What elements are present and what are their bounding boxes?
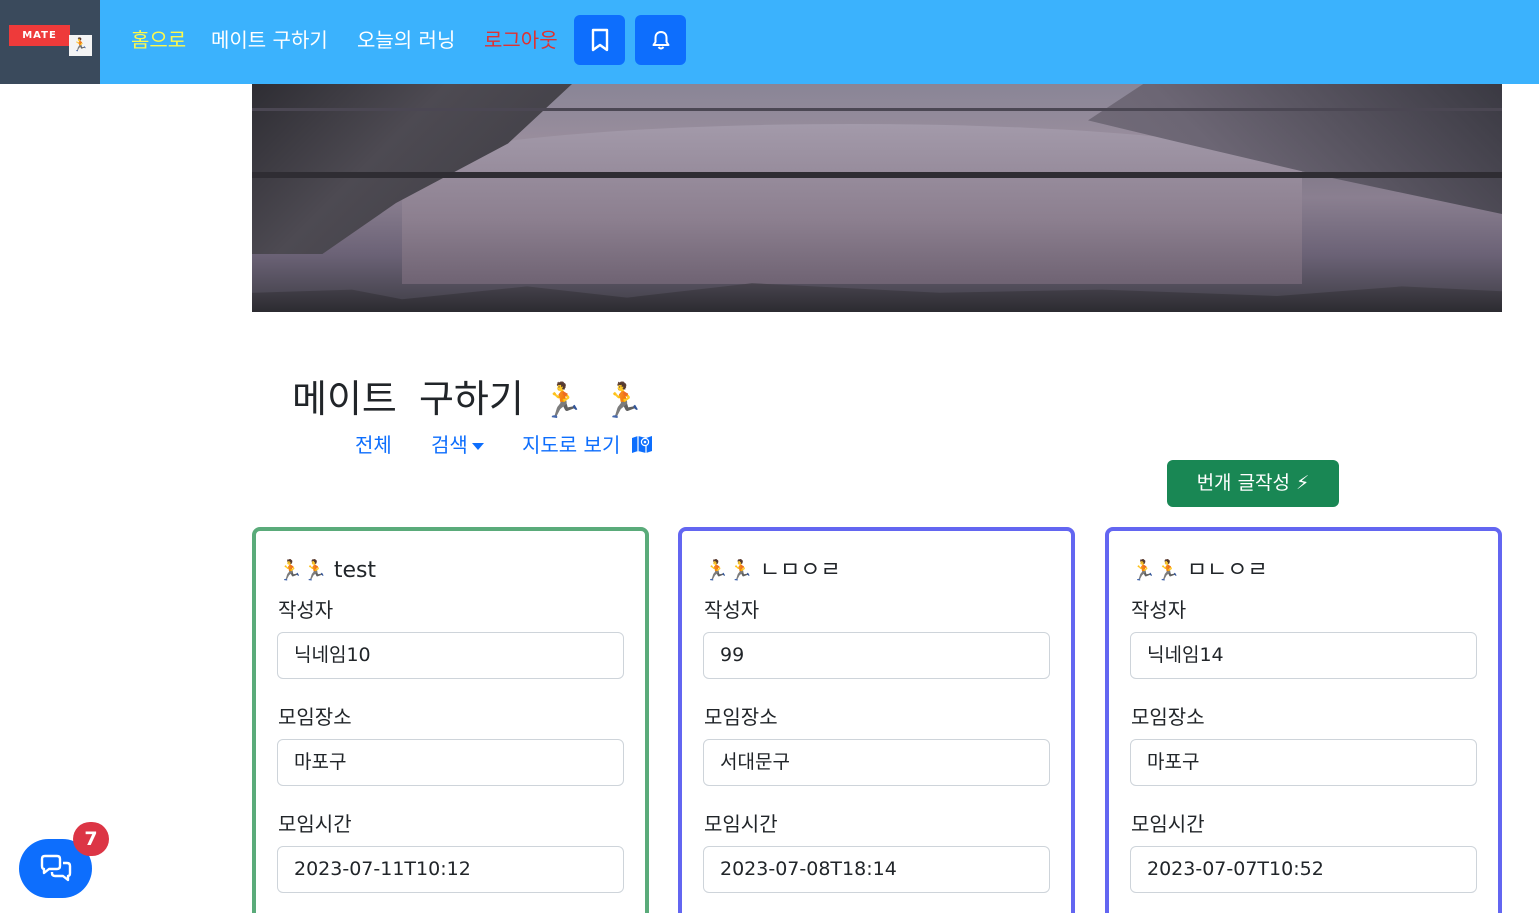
search-dropdown-toggle[interactable]: 검색 bbox=[431, 432, 484, 458]
filter-all-link[interactable]: 전체 bbox=[355, 432, 392, 458]
logo-text: MATE bbox=[9, 25, 70, 46]
runners-emoji-icon: 🏃🏃 bbox=[704, 558, 754, 582]
top-navbar: MATE 🏃 홈으로 메이트 구하기 오늘의 러닝 로그아웃 bbox=[0, 0, 1539, 84]
author-field: 닉네임14 bbox=[1130, 632, 1477, 679]
map-icon bbox=[631, 436, 652, 453]
runners-emoji-icon: 🏃🏃 bbox=[278, 558, 328, 582]
runners-emoji-icon: 🏃🏃 bbox=[1131, 558, 1181, 582]
runner-emoji-icon: 🏃 bbox=[541, 381, 585, 421]
brand-logo[interactable]: MATE 🏃 bbox=[0, 0, 100, 84]
place-field: 마포구 bbox=[277, 739, 624, 786]
time-field: 2023-07-11T10:12 bbox=[277, 846, 624, 893]
meetup-card[interactable]: 🏃🏃 ㄴㅁㅇㄹ 작성자 99 모임장소 서대문구 모임시간 2023-07-08T… bbox=[678, 527, 1075, 913]
page-title-text: 메이트 구하기 bbox=[292, 377, 524, 421]
time-label: 모임시간 bbox=[1131, 812, 1205, 836]
author-label: 작성자 bbox=[1131, 598, 1187, 622]
write-post-button[interactable]: 번개 글작성 ⚡ bbox=[1167, 460, 1339, 507]
page-title: 메이트 구하기 🏃 🏃 bbox=[292, 372, 645, 428]
card-title: 🏃🏃 ㅁㄴㅇㄹ bbox=[1131, 555, 1268, 586]
bell-icon bbox=[652, 31, 669, 50]
author-label: 작성자 bbox=[704, 598, 760, 622]
map-view-link[interactable]: 지도로 보기 bbox=[522, 432, 653, 458]
banner-river bbox=[402, 124, 1302, 284]
bookmark-icon bbox=[591, 28, 608, 52]
banner-city-bottom bbox=[252, 283, 1502, 312]
card-title-text: test bbox=[333, 558, 377, 583]
place-label: 모임장소 bbox=[704, 705, 778, 729]
nav-home-link[interactable]: 홈으로 bbox=[131, 26, 186, 54]
nav-today-running-link[interactable]: 오늘의 러닝 bbox=[357, 26, 455, 54]
card-title: 🏃🏃 test bbox=[278, 555, 376, 586]
caret-down-icon bbox=[471, 443, 484, 450]
nav-logout-link[interactable]: 로그아웃 bbox=[484, 26, 558, 54]
meetup-card[interactable]: 🏃🏃 test 작성자 닉네임10 모임장소 마포구 모임시간 2023-07-1… bbox=[252, 527, 649, 913]
time-field: 2023-07-08T18:14 bbox=[703, 846, 1050, 893]
logo-runner-icon: 🏃 bbox=[69, 35, 92, 56]
chat-unread-badge: 7 bbox=[73, 822, 109, 856]
chat-bubbles-icon bbox=[40, 854, 71, 881]
nav-find-mate-link[interactable]: 메이트 구하기 bbox=[211, 26, 328, 54]
banner-bridge-far bbox=[252, 108, 1502, 111]
author-field: 99 bbox=[703, 632, 1050, 679]
search-label: 검색 bbox=[431, 433, 468, 457]
author-field: 닉네임10 bbox=[277, 632, 624, 679]
place-label: 모임장소 bbox=[278, 705, 352, 729]
place-field: 마포구 bbox=[1130, 739, 1477, 786]
author-label: 작성자 bbox=[278, 598, 334, 622]
meetup-card[interactable]: 🏃🏃 ㅁㄴㅇㄹ 작성자 닉네임14 모임장소 마포구 모임시간 2023-07-0… bbox=[1105, 527, 1502, 913]
card-title-text: ㅁㄴㅇㄹ bbox=[1186, 558, 1268, 583]
runner-emoji-icon: 🏃 bbox=[602, 381, 645, 421]
time-label: 모임시간 bbox=[278, 812, 352, 836]
map-view-label: 지도로 보기 bbox=[522, 433, 621, 457]
card-title: 🏃🏃 ㄴㅁㅇㄹ bbox=[704, 555, 841, 586]
time-label: 모임시간 bbox=[704, 812, 778, 836]
place-label: 모임장소 bbox=[1131, 705, 1205, 729]
card-title-text: ㄴㅁㅇㄹ bbox=[759, 558, 841, 583]
han-river-banner-image bbox=[252, 84, 1502, 312]
time-field: 2023-07-07T10:52 bbox=[1130, 846, 1477, 893]
notification-button[interactable] bbox=[635, 15, 686, 65]
banner-bridge-near bbox=[252, 172, 1502, 178]
bookmark-button[interactable] bbox=[574, 15, 625, 65]
place-field: 서대문구 bbox=[703, 739, 1050, 786]
